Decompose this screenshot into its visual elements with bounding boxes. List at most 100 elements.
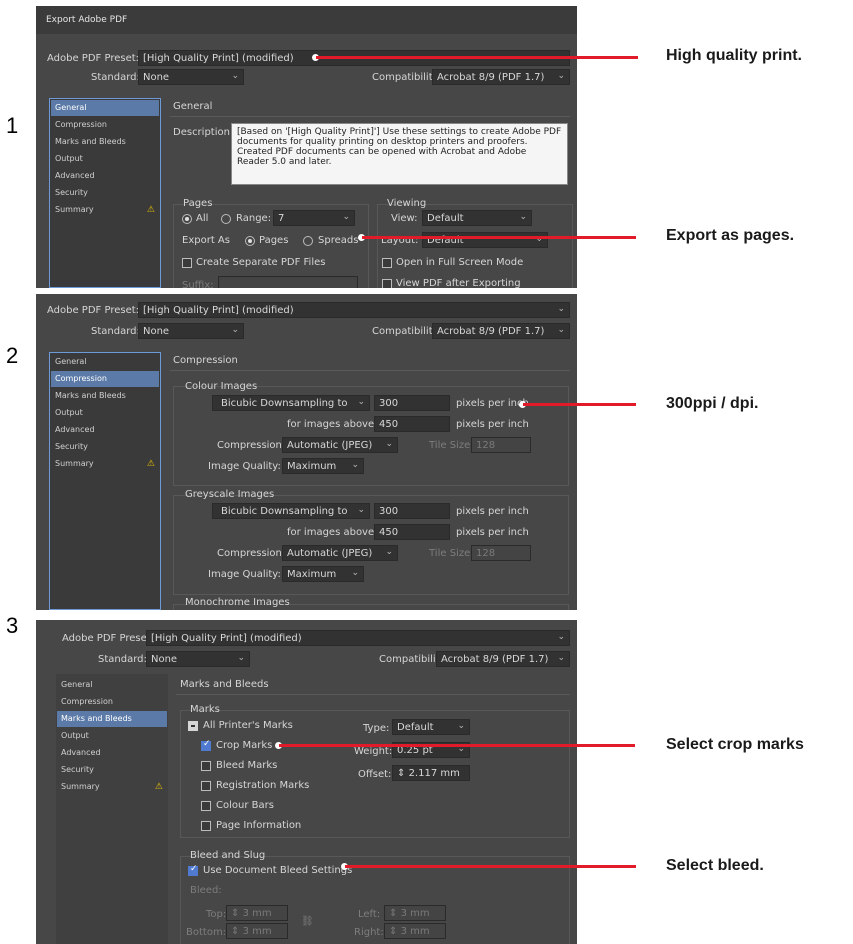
bleed-slug-title: Bleed and Slug — [190, 850, 266, 861]
export-as-label: Export As — [182, 235, 230, 246]
grey-ppi-input[interactable]: 300 — [374, 503, 450, 519]
link-icon[interactable]: ⛓ — [301, 916, 314, 927]
view-after-checkbox[interactable] — [382, 279, 392, 288]
sidebar-item-output[interactable]: Output — [51, 405, 159, 421]
sidebar-item-marks[interactable]: Marks and Bleeds — [51, 388, 159, 404]
crop-marks-checkbox[interactable] — [201, 739, 211, 751]
bleed-bottom-input[interactable]: ⇕ 3 mm — [226, 923, 288, 939]
sidebar-item-general[interactable]: General — [51, 100, 159, 116]
open-full-screen-checkbox[interactable] — [382, 258, 392, 268]
step-number-3: 3 — [6, 613, 19, 638]
sidebar-item-compression[interactable]: Compression — [57, 694, 167, 710]
standard-label: Standard: — [98, 654, 147, 665]
use-doc-bleed-checkbox[interactable] — [188, 864, 198, 876]
sidebar-item-summary[interactable]: Summary ⚠ — [51, 202, 159, 218]
sidebar-item-advanced[interactable]: Advanced — [51, 422, 159, 438]
chevron-down-icon: ⌄ — [342, 212, 350, 222]
sidebar-item-output[interactable]: Output — [51, 151, 159, 167]
chevron-down-icon: ⌄ — [385, 439, 393, 449]
tile-size-label: Tile Size: — [429, 440, 474, 451]
bleed-right-input[interactable]: ⇕ 3 mm — [384, 923, 446, 939]
grey-compression-dropdown[interactable]: Automatic (JPEG) ⌄ — [282, 545, 398, 561]
callout-line-pages — [362, 236, 636, 239]
compat-dropdown[interactable]: Acrobat 8/9 (PDF 1.7) ⌄ — [432, 69, 570, 85]
compat-dropdown[interactable]: Acrobat 8/9 (PDF 1.7) ⌄ — [436, 651, 570, 667]
grey-tile-size-input[interactable]: 128 — [471, 545, 531, 561]
sidebar-item-advanced[interactable]: Advanced — [51, 168, 159, 184]
page-info-checkbox[interactable] — [201, 821, 211, 831]
sidebar-item-summary[interactable]: Summary ⚠ — [51, 456, 159, 472]
colour-compression-dropdown[interactable]: Automatic (JPEG) ⌄ — [282, 437, 398, 453]
colour-bars-checkbox[interactable] — [201, 801, 211, 811]
sidebar-item-summary[interactable]: Summary ⚠ — [57, 779, 167, 795]
compression-label: Compression: — [217, 548, 286, 559]
all-radio[interactable] — [182, 214, 192, 224]
all-label: All — [196, 213, 209, 224]
sidebar-item-marks[interactable]: Marks and Bleeds — [51, 134, 159, 150]
chevron-down-icon: ⌄ — [385, 547, 393, 557]
step-number-1: 1 — [6, 113, 19, 138]
annotation-ppi: 300ppi / dpi. — [666, 395, 759, 412]
suffix-label: Suffix: — [182, 280, 214, 288]
image-quality-label: Image Quality: — [208, 461, 281, 472]
colour-ppi-input[interactable]: 300 — [374, 395, 450, 411]
all-marks-checkbox[interactable] — [188, 721, 198, 731]
sidebar-item-compression[interactable]: Compression — [51, 117, 159, 133]
registration-marks-checkbox[interactable] — [201, 781, 211, 791]
pages-radio[interactable] — [245, 236, 255, 246]
colour-above-input[interactable]: 450 — [374, 416, 450, 432]
open-full-screen-label: Open in Full Screen Mode — [396, 257, 524, 268]
bleed-marks-checkbox[interactable] — [201, 761, 211, 771]
description-textarea[interactable]: [Based on '[High Quality Print]'] Use th… — [231, 123, 568, 185]
registration-marks-label: Registration Marks — [216, 780, 310, 791]
spreads-radio[interactable] — [303, 236, 313, 246]
callout-line-crop — [279, 744, 635, 747]
chevron-down-icon: ⌄ — [231, 325, 239, 335]
sidebar-item-security[interactable]: Security — [51, 185, 159, 201]
colour-downsample-dropdown[interactable]: Bicubic Downsampling to ⌄ — [212, 395, 370, 411]
spreads-option-label: Spreads — [318, 235, 359, 246]
chevron-down-icon: ⌄ — [557, 632, 565, 642]
section-title: Marks and Bleeds — [180, 679, 269, 690]
sidebar-item-advanced[interactable]: Advanced — [57, 745, 167, 761]
sidebar-item-marks[interactable]: Marks and Bleeds — [57, 711, 167, 727]
preset-dropdown[interactable]: [High Quality Print] (modified) ⌄ — [138, 302, 570, 318]
standard-dropdown[interactable]: None ⌄ — [138, 323, 244, 339]
grey-downsample-dropdown[interactable]: Bicubic Downsampling to ⌄ — [212, 503, 370, 519]
sidebar: General Compression Marks and Bleeds Out… — [56, 674, 168, 944]
standard-dropdown[interactable]: None ⌄ — [138, 69, 244, 85]
divider — [176, 694, 570, 695]
view-dropdown[interactable]: Default ⌄ — [422, 210, 532, 226]
sidebar-item-security[interactable]: Security — [51, 439, 159, 455]
range-radio[interactable] — [221, 214, 231, 224]
sidebar-item-output[interactable]: Output — [57, 728, 167, 744]
bleed-left-input[interactable]: ⇕ 3 mm — [384, 905, 446, 921]
layout-dropdown[interactable]: Default ⌄ — [422, 232, 548, 248]
annotation-export-pages: Export as pages. — [666, 227, 795, 244]
sidebar-item-general[interactable]: General — [51, 354, 159, 370]
stepper-icon: ⇕ — [389, 908, 401, 919]
above-label: for images above: — [287, 527, 378, 538]
type-dropdown[interactable]: Default ⌄ — [392, 719, 470, 735]
offset-stepper[interactable]: ⇕ 2.117 mm — [392, 765, 470, 781]
chevron-down-icon: ⌄ — [357, 397, 365, 407]
sidebar-item-general[interactable]: General — [57, 677, 167, 693]
suffix-input[interactable] — [218, 276, 358, 288]
step-number-2: 2 — [6, 343, 19, 368]
sidebar-item-compression[interactable]: Compression — [51, 371, 159, 387]
preset-dropdown[interactable]: [High Quality Print] (modified) ⌄ — [146, 630, 570, 646]
colour-tile-size-input[interactable]: 128 — [471, 437, 531, 453]
chevron-down-icon: ⌄ — [557, 653, 565, 663]
compat-dropdown[interactable]: Acrobat 8/9 (PDF 1.7) ⌄ — [432, 323, 570, 339]
grey-quality-dropdown[interactable]: Maximum ⌄ — [282, 566, 364, 582]
chevron-down-icon: ⌄ — [357, 505, 365, 515]
range-input[interactable]: 7 ⌄ — [273, 210, 355, 226]
standard-dropdown[interactable]: None ⌄ — [146, 651, 250, 667]
ppi-unit-label: pixels per inch — [456, 419, 529, 430]
bleed-top-input[interactable]: ⇕ 3 mm — [226, 905, 288, 921]
sidebar-item-security[interactable]: Security — [57, 762, 167, 778]
grey-above-input[interactable]: 450 — [374, 524, 450, 540]
colour-quality-dropdown[interactable]: Maximum ⌄ — [282, 458, 364, 474]
panel-general: Export Adobe PDF Adobe PDF Preset: [High… — [36, 6, 577, 288]
create-separate-checkbox[interactable] — [182, 258, 192, 268]
